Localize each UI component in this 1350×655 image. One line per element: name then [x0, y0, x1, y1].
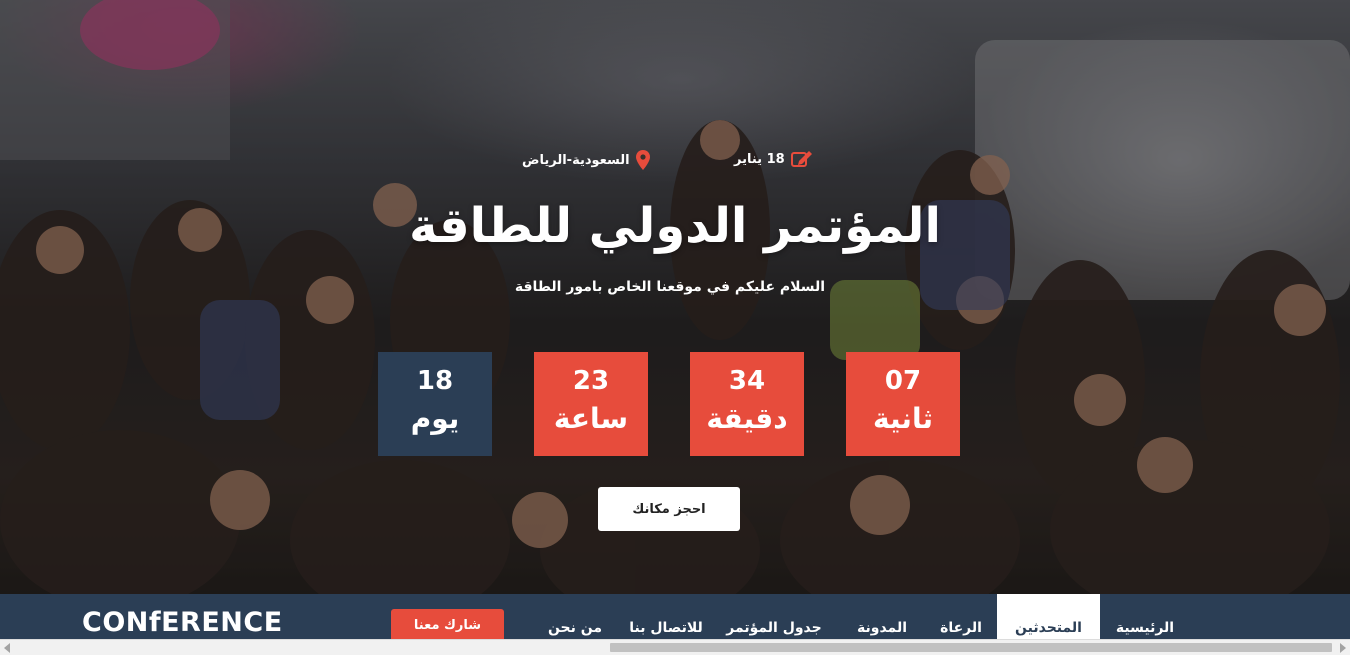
- event-date: 18 يناير: [734, 150, 813, 168]
- hero-content: 18 يناير السعودية-الرياض المؤتمر الدولي …: [0, 0, 1350, 594]
- nav-item-contact[interactable]: للاتصال بنا: [616, 594, 716, 639]
- event-date-text: 18 يناير: [734, 151, 785, 167]
- countdown-seconds-value: 07: [884, 366, 922, 396]
- event-meta: 18 يناير السعودية-الرياض: [0, 150, 1350, 172]
- event-location: السعودية-الرياض: [522, 150, 650, 170]
- countdown-hours: 23 ساعة: [534, 352, 648, 456]
- countdown-seconds-label: ثانية: [873, 402, 933, 435]
- share-with-us-button[interactable]: شارك معنا: [391, 609, 504, 639]
- hero-section: 18 يناير السعودية-الرياض المؤتمر الدولي …: [0, 0, 1350, 594]
- nav-item-blog[interactable]: المدونة: [848, 594, 916, 639]
- countdown-seconds: 07 ثانية: [846, 352, 960, 456]
- book-seat-button[interactable]: احجز مكانك: [598, 487, 740, 531]
- scroll-right-arrow-icon[interactable]: [1340, 643, 1346, 653]
- nav-item-speakers[interactable]: المتحدثين: [997, 594, 1100, 639]
- countdown-hours-label: ساعة: [553, 402, 629, 435]
- nav-item-sponsors[interactable]: الرعاة: [934, 594, 988, 639]
- countdown-minutes-value: 34: [728, 366, 766, 396]
- site-logo[interactable]: CONfERENCE: [82, 608, 283, 638]
- horizontal-scrollbar[interactable]: [0, 639, 1350, 655]
- scrollbar-thumb[interactable]: [610, 643, 1332, 652]
- event-location-text: السعودية-الرياض: [522, 152, 630, 168]
- countdown-minutes-label: دقيقة: [706, 402, 788, 435]
- countdown-hours-value: 23: [572, 366, 610, 396]
- nav-item-home[interactable]: الرئيسية: [1108, 594, 1182, 639]
- page-subtitle: السلام عليكم في موقعنا الخاص بامور الطاق…: [514, 279, 826, 295]
- countdown-days: 18 يوم: [378, 352, 492, 456]
- nav-item-about[interactable]: من نحن: [540, 594, 610, 639]
- countdown-days-value: 18: [416, 366, 454, 396]
- page-title: المؤتمر الدولي للطاقة: [409, 198, 941, 254]
- main-navbar: CONfERENCE شارك معنا من نحن للاتصال بنا …: [0, 594, 1350, 639]
- map-pin-icon: [635, 150, 650, 170]
- scroll-left-arrow-icon[interactable]: [4, 643, 10, 653]
- countdown-days-label: يوم: [410, 402, 460, 435]
- edit-pencil-icon: [790, 150, 813, 168]
- nav-item-schedule[interactable]: جدول المؤتمر: [718, 594, 830, 639]
- countdown-minutes: 34 دقيقة: [690, 352, 804, 456]
